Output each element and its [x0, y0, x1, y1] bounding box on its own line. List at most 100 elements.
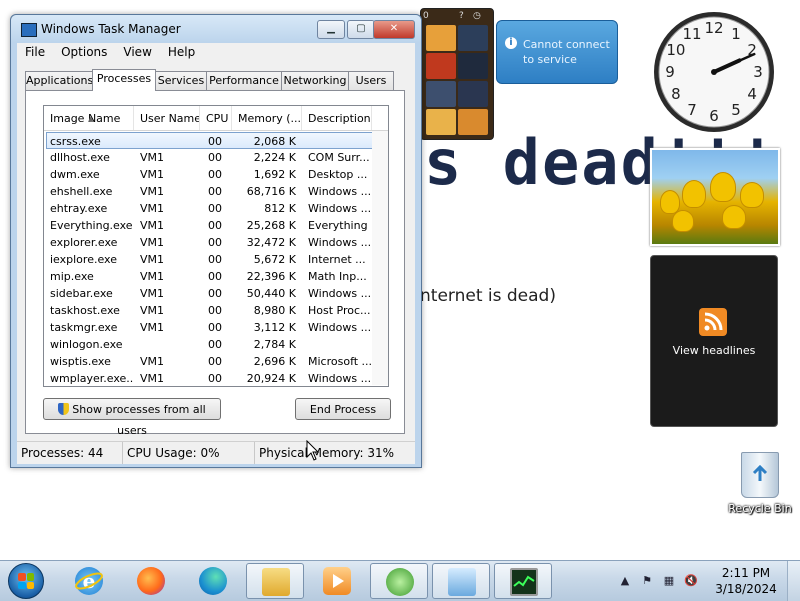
window-title-bar[interactable]: Windows Task Manager ▁ ▢ ✕: [11, 15, 421, 43]
system-clock[interactable]: 2:11 PM 3/18/2024: [714, 565, 778, 597]
taskbar-windows-explorer[interactable]: [246, 563, 304, 599]
volume-muted-icon[interactable]: 🔇: [684, 574, 698, 588]
clock-number: 11: [682, 25, 701, 43]
table-row[interactable]: mip.exe VM1 00 22,396 K Math Inp...: [44, 268, 388, 285]
table-row[interactable]: dllhost.exe VM1 00 2,224 K COM Surr...: [44, 149, 388, 166]
action-center-flag-icon[interactable]: ⚑: [640, 574, 654, 588]
table-row[interactable]: wmplayer.exe... VM1 00 20,924 K Windows ...: [44, 370, 388, 386]
table-row[interactable]: sidebar.exe VM1 00 50,440 K Windows ...: [44, 285, 388, 302]
cell-cpu: 00: [208, 236, 222, 249]
table-row[interactable]: taskhost.exe VM1 00 8,980 K Host Proc...: [44, 302, 388, 319]
list-header: ▲ Image Name User Name CPU Memory (... De…: [44, 106, 388, 131]
puzzle-tile[interactable]: [458, 25, 488, 51]
tab-performance[interactable]: Performance: [206, 71, 282, 90]
puzzle-options-icon[interactable]: ◷: [473, 11, 481, 21]
clock-number: 5: [731, 101, 741, 119]
clock-gadget[interactable]: 1234567891011 12: [650, 8, 778, 136]
menu-file[interactable]: File: [17, 43, 53, 59]
column-cpu[interactable]: CPU: [200, 106, 232, 130]
show-hidden-icons-button[interactable]: ▲: [618, 574, 632, 588]
table-row[interactable]: Everything.exe VM1 00 25,268 K Everything: [44, 217, 388, 234]
cell-cpu: 00: [208, 202, 222, 215]
taskbar-edge[interactable]: [184, 563, 242, 599]
table-row[interactable]: explorer.exe VM1 00 32,472 K Windows ...: [44, 234, 388, 251]
cell-cpu: 00: [208, 372, 222, 385]
column-user-name[interactable]: User Name: [134, 106, 200, 130]
table-row[interactable]: taskmgr.exe VM1 00 3,112 K Windows ...: [44, 319, 388, 336]
menu-options[interactable]: Options: [53, 43, 115, 59]
cell-name: winlogon.exe: [50, 338, 123, 351]
feed-headlines-gadget[interactable]: View headlines: [650, 255, 778, 427]
puzzle-help-icon[interactable]: ?: [459, 11, 464, 21]
tab-users[interactable]: Users: [348, 71, 394, 90]
network-icon[interactable]: ▦: [662, 574, 676, 588]
table-row[interactable]: wisptis.exe VM1 00 2,696 K Microsoft ...: [44, 353, 388, 370]
firefox-icon: [137, 567, 165, 595]
puzzle-tile[interactable]: [426, 109, 456, 135]
recycle-bin[interactable]: Recycle Bin: [728, 452, 792, 515]
view-headlines-link[interactable]: View headlines: [651, 344, 777, 357]
taskbar-firefox[interactable]: [122, 563, 180, 599]
process-list[interactable]: ▲ Image Name User Name CPU Memory (... De…: [43, 105, 389, 387]
vertical-scrollbar[interactable]: [372, 131, 388, 385]
cell-user: VM1: [140, 304, 165, 317]
cell-cpu: 00: [208, 219, 222, 232]
maximize-button[interactable]: ▢: [347, 20, 375, 39]
puzzle-tile[interactable]: [426, 81, 456, 107]
puzzle-tile[interactable]: [458, 53, 488, 79]
table-row[interactable]: winlogon.exe 00 2,784 K: [44, 336, 388, 353]
tab-processes[interactable]: Processes: [92, 69, 156, 91]
taskbar-control-panel[interactable]: [432, 563, 490, 599]
taskbar-internet-explorer[interactable]: e: [60, 563, 118, 599]
tab-networking[interactable]: Networking: [281, 71, 349, 90]
table-row[interactable]: csrss.exe 00 2,068 K: [46, 132, 376, 149]
end-process-button[interactable]: End Process: [295, 398, 391, 420]
table-row[interactable]: iexplore.exe VM1 00 5,672 K Internet ...: [44, 251, 388, 268]
cell-user: VM1: [140, 321, 165, 334]
puzzle-tile[interactable]: [458, 81, 488, 107]
column-description[interactable]: Description: [302, 106, 372, 130]
cell-mem: 812 K: [264, 202, 296, 215]
svg-text:e: e: [83, 569, 96, 593]
clock-number: 7: [687, 101, 697, 119]
menu-view[interactable]: View: [115, 43, 159, 59]
clock-number: 1: [731, 25, 741, 43]
show-desktop-button[interactable]: [787, 561, 800, 601]
tab-services[interactable]: Services: [155, 71, 207, 90]
cell-user: VM1: [140, 202, 165, 215]
cell-desc: Windows ...: [308, 321, 372, 334]
cell-desc: Math Inp...: [308, 270, 367, 283]
weather-gadget[interactable]: i Cannot connect to service: [496, 20, 618, 84]
column-image-name[interactable]: ▲ Image Name: [44, 106, 134, 130]
cell-user: VM1: [140, 287, 165, 300]
cell-desc: Everything: [308, 219, 368, 232]
show-all-processes-button[interactable]: Show processes from all users: [43, 398, 221, 437]
table-row[interactable]: ehtray.exe VM1 00 812 K Windows ...: [44, 200, 388, 217]
tab-applications[interactable]: Applications: [25, 71, 93, 90]
cell-desc: Windows ...: [308, 202, 372, 215]
tulip-shape: [722, 205, 746, 229]
puzzle-tile[interactable]: [426, 53, 456, 79]
table-row[interactable]: ehshell.exe VM1 00 68,716 K Windows ...: [44, 183, 388, 200]
start-button[interactable]: [6, 563, 46, 599]
minimize-button[interactable]: ▁: [317, 20, 345, 39]
taskbar-windows-update[interactable]: [370, 563, 428, 599]
taskbar-media-player[interactable]: [308, 563, 366, 599]
puzzle-tile[interactable]: [458, 109, 488, 135]
close-button[interactable]: ✕: [373, 20, 415, 39]
task-manager-window[interactable]: Windows Task Manager ▁ ▢ ✕ File Options Vi…: [10, 14, 422, 468]
table-row[interactable]: dwm.exe VM1 00 1,692 K Desktop ...: [44, 166, 388, 183]
cell-name: dllhost.exe: [50, 151, 110, 164]
column-memory[interactable]: Memory (...: [232, 106, 302, 130]
clock-number: 10: [666, 41, 685, 59]
info-icon: i: [505, 37, 517, 49]
menu-help[interactable]: Help: [160, 43, 203, 59]
puzzle-grid[interactable]: [426, 25, 488, 135]
puzzle-tile[interactable]: [426, 25, 456, 51]
clock-number: 6: [709, 107, 719, 125]
slideshow-gadget[interactable]: [650, 148, 780, 246]
status-physical-memory: Physical Memory: 31%: [259, 446, 395, 460]
taskbar-task-manager[interactable]: [494, 563, 552, 599]
picture-puzzle-gadget[interactable]: 0 ? ◷: [420, 8, 494, 140]
cell-user: VM1: [140, 151, 165, 164]
